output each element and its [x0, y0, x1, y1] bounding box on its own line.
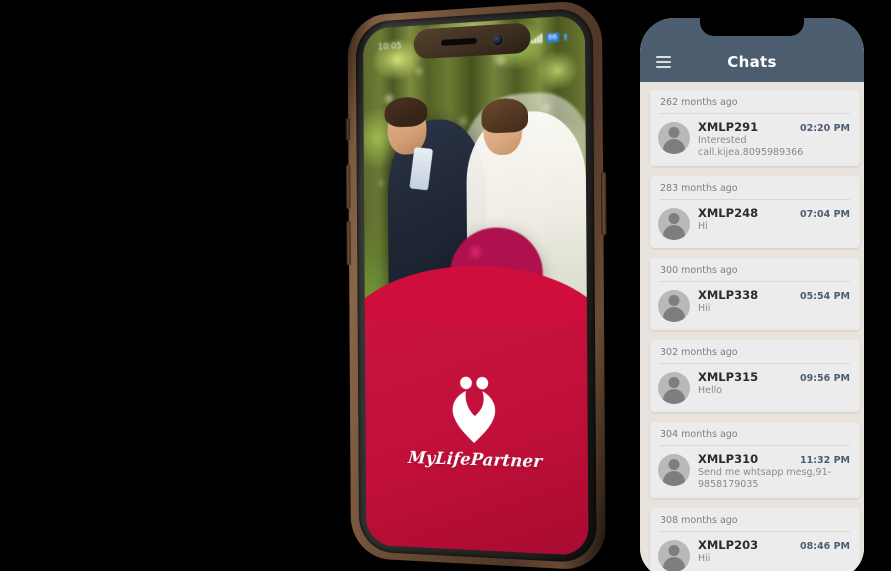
chat-contact-name: XMLP310 — [698, 452, 759, 467]
chat-preview-message: Hii — [698, 553, 711, 565]
chat-card[interactable]: 283 months ago XMLP248 07:04 PM Hi — [650, 176, 860, 249]
chat-date-label: 262 months ago — [660, 97, 738, 108]
chat-row[interactable]: XMLP315 09:56 PM Hello — [650, 370, 860, 405]
chat-topline: XMLP291 02:20 PM — [698, 120, 852, 134]
chat-preview-message: Hii — [698, 303, 711, 315]
chat-contact-name: XMLP203 — [698, 538, 759, 553]
menu-bar-1 — [656, 56, 671, 58]
volume-up-button[interactable] — [345, 164, 351, 210]
battery-label: 66 — [546, 32, 560, 43]
chat-date-label: 308 months ago — [660, 515, 738, 527]
chat-topline: XMLP203 08:46 PM — [698, 538, 852, 552]
chat-row[interactable]: XMLP248 07:04 PM Hi — [650, 206, 860, 241]
chat-timestamp: 08:46 PM — [800, 541, 850, 553]
screenshot-stage: 10:05 66 MyLifePartner Chats 262 months … — [0, 0, 891, 571]
chat-body: XMLP203 08:46 PM Hii — [698, 538, 852, 565]
chat-body: XMLP315 09:56 PM Hello — [698, 370, 852, 397]
user-avatar-icon — [658, 454, 690, 487]
chat-topline: XMLP315 09:56 PM — [698, 370, 852, 384]
earpiece-speaker-icon — [440, 37, 477, 46]
chat-body: XMLP338 05:54 PM Hii — [698, 288, 852, 315]
status-bar-time: 10:05 — [377, 41, 402, 53]
front-camera-icon — [491, 33, 503, 46]
chat-preview-message: Hello — [698, 385, 723, 397]
groom-hair — [384, 96, 428, 128]
volume-down-button[interactable] — [346, 220, 351, 266]
chat-preview-message: Interested call.kijea.8095989366 — [698, 135, 804, 158]
chat-contact-name: XMLP315 — [698, 370, 759, 385]
divider — [660, 445, 850, 447]
wifi-icon — [562, 32, 568, 41]
chat-timestamp: 07:04 PM — [800, 209, 850, 221]
bride-hair — [481, 97, 529, 134]
chat-row[interactable]: XMLP291 02:20 PM Interested call.kijea.809… — [650, 120, 860, 158]
hamburger-menu-icon[interactable] — [656, 56, 671, 68]
right-phone-mockup: Chats 262 months ago XMLP291 02:20 PM Inter… — [640, 18, 864, 571]
user-avatar-icon — [658, 372, 690, 405]
splash-screen: 10:05 66 MyLifePartner — [363, 14, 589, 556]
divider — [660, 113, 850, 114]
chat-topline: XMLP338 05:54 PM — [698, 288, 852, 302]
chat-card[interactable]: 308 months ago XMLP203 08:46 PM Hii — [650, 508, 860, 571]
left-phone-mockup: 10:05 66 MyLifePartner — [345, 0, 607, 571]
chat-contact-name: XMLP291 — [698, 120, 759, 134]
chat-timestamp: 11:32 PM — [800, 455, 850, 467]
user-avatar-icon — [658, 290, 690, 323]
power-button[interactable] — [601, 171, 607, 236]
divider — [660, 199, 850, 201]
chat-list[interactable]: 262 months ago XMLP291 02:20 PM Interested … — [640, 82, 864, 571]
chat-date-label: 304 months ago — [660, 429, 738, 441]
chat-timestamp: 02:20 PM — [800, 123, 850, 134]
chat-card[interactable]: 262 months ago XMLP291 02:20 PM Interested … — [650, 90, 860, 167]
divider — [660, 531, 850, 533]
chat-timestamp: 09:56 PM — [800, 373, 850, 385]
chat-card[interactable]: 304 months ago XMLP310 11:32 PM Send me wht… — [650, 422, 860, 499]
chat-preview-message: Send me whtsapp mesg,91-9858179035 — [698, 467, 832, 490]
chat-card[interactable]: 300 months ago XMLP338 05:54 PM Hii — [650, 258, 860, 331]
chat-topline: XMLP310 11:32 PM — [698, 452, 852, 466]
chat-contact-name: XMLP338 — [698, 288, 759, 303]
chat-timestamp: 05:54 PM — [800, 291, 850, 303]
chat-date-label: 283 months ago — [660, 183, 738, 195]
user-avatar-icon — [658, 208, 690, 241]
two-people-heart-icon — [452, 376, 496, 444]
menu-bar-2 — [656, 61, 671, 63]
user-avatar-icon — [658, 540, 690, 571]
chat-row[interactable]: XMLP338 05:54 PM Hii — [650, 288, 860, 323]
app-logo-block: MyLifePartner — [365, 373, 588, 474]
page-title: Chats — [727, 53, 777, 71]
chat-date-label: 302 months ago — [660, 347, 738, 359]
menu-bar-3 — [656, 66, 671, 68]
chat-body: XMLP248 07:04 PM Hi — [698, 206, 852, 233]
user-avatar-icon — [658, 122, 690, 154]
chat-date-label: 300 months ago — [660, 265, 738, 277]
mute-switch[interactable] — [345, 117, 351, 142]
chat-card[interactable]: 302 months ago XMLP315 09:56 PM Hello — [650, 340, 860, 413]
chat-body: XMLP291 02:20 PM Interested call.kijea.809… — [698, 120, 852, 158]
chat-preview-message: Hi — [698, 221, 708, 233]
signal-bars-icon — [531, 33, 543, 44]
chat-body: XMLP310 11:32 PM Send me whtsapp mesg,91-9… — [698, 452, 852, 490]
chat-contact-name: XMLP248 — [698, 206, 759, 221]
status-bar-indicators: 66 — [531, 32, 569, 44]
phone-notch — [700, 18, 804, 36]
chat-row[interactable]: XMLP203 08:46 PM Hii — [650, 538, 860, 571]
chat-topline: XMLP248 07:04 PM — [698, 206, 852, 220]
divider — [660, 363, 850, 365]
chat-row[interactable]: XMLP310 11:32 PM Send me whtsapp mesg,91-9… — [650, 452, 860, 490]
chats-app-bar: Chats — [640, 18, 864, 82]
divider — [660, 281, 850, 283]
wedding-hero-image — [363, 14, 588, 353]
